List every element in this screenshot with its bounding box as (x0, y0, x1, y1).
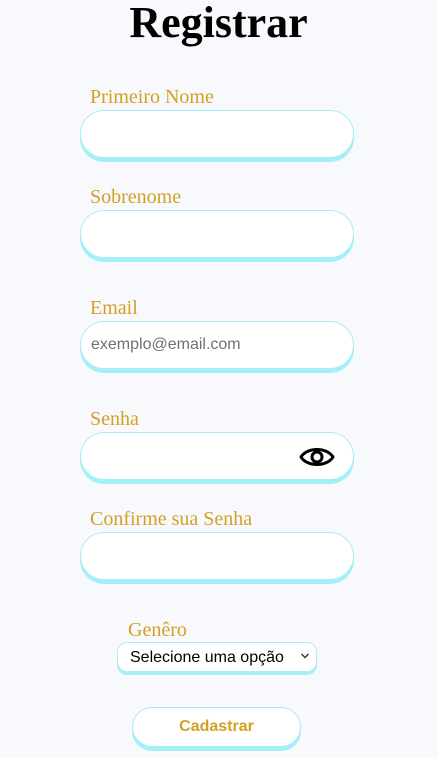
gender-select[interactable]: Selecione uma opção (117, 642, 317, 672)
email-input[interactable] (91, 322, 301, 368)
password-input[interactable] (91, 433, 301, 479)
gender-label: Genêro (128, 619, 187, 641)
submit-button[interactable]: Cadastrar (132, 707, 301, 747)
page-title: Registrar (129, 0, 308, 47)
eye-icon[interactable] (299, 444, 335, 470)
email-label: Email (90, 297, 138, 319)
first-name-label: Primeiro Nome (90, 86, 214, 108)
first-name-field[interactable] (80, 110, 354, 158)
password-field[interactable] (80, 432, 354, 480)
gender-select-value: Selecione uma opção (130, 649, 284, 666)
last-name-field[interactable] (80, 210, 354, 258)
last-name-input[interactable] (91, 211, 301, 257)
confirm-password-input[interactable] (91, 533, 301, 579)
email-field[interactable] (80, 321, 354, 369)
password-label: Senha (90, 408, 139, 430)
last-name-label: Sobrenome (90, 186, 182, 208)
first-name-input[interactable] (91, 111, 301, 157)
confirm-password-label: Confirme sua Senha (90, 508, 253, 530)
confirm-password-field[interactable] (80, 532, 354, 580)
chevron-down-icon (301, 653, 309, 659)
